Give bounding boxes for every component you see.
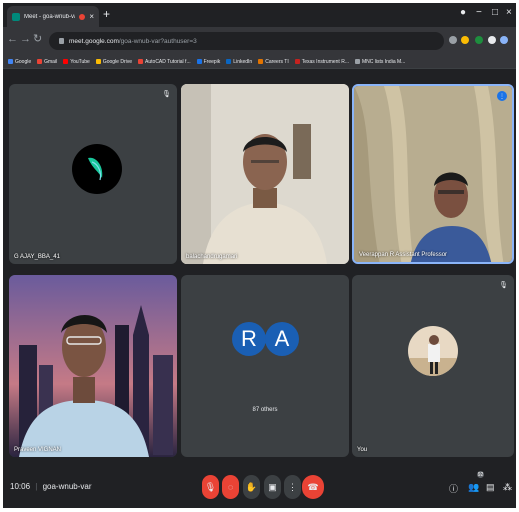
bookmark-label: Google Drive [102,58,133,65]
participant-name: Praveen VIGNAN [14,447,62,453]
host-video [181,84,349,264]
bookmark-label: Careers TI [265,58,289,65]
meet-favicon-icon [12,12,20,21]
bookmark-favicon-icon [8,59,13,64]
present-icon: ▣ [268,481,277,492]
bookmark-item[interactable]: AutoCAD Tutorial f... [138,59,191,65]
profile-icon[interactable]: ● [460,7,466,18]
activities-icon[interactable]: ⁂ [503,482,512,493]
tab-strip: Meet - goa-wnub-var × + ● − □ × [3,3,516,27]
share-icon[interactable] [449,36,457,44]
bookmark-label: Gmail [44,58,58,65]
bookmark-item[interactable]: Careers TI [258,59,289,65]
address-bar[interactable]: meet.google.com /goa-wnub-var?authuser=3 [49,32,444,50]
bookmark-item[interactable]: Gmail [37,59,57,65]
present-button[interactable]: ▣ [264,475,281,499]
recording-dot-icon [79,13,86,20]
bookmark-favicon-icon [95,59,101,64]
bookmark-favicon-icon [63,59,69,64]
extension-icon[interactable] [475,36,483,44]
url-host: meet.google.com [69,37,119,45]
bookmarks-bar: Google Gmail YouTube Google Drive AutoCAD Tu… [3,55,516,69]
hand-icon: ✋ [245,481,258,492]
bookmark-item[interactable]: LinkedIn [226,59,252,65]
bookmark-favicon-icon [294,59,300,64]
mic-off-icon: 🎙 [499,282,508,289]
bookmark-favicon-icon [258,59,264,64]
bookmark-label: AutoCAD Tutorial f... [145,58,191,65]
more-vert-icon: ⋮ [288,481,297,492]
meeting-time: 10:06 [10,482,31,491]
info-icon[interactable]: ⓘ [449,482,458,495]
bookmark-item[interactable]: Texas Instrument R... [294,58,349,65]
tab-title: Meet - goa-wnub-var [24,13,76,20]
student-video [9,275,177,457]
bookmark-favicon-icon [138,59,144,64]
bookmark-item[interactable]: MNC lists India M... [354,58,406,65]
new-tab-button[interactable]: + [103,8,110,20]
bookmark-item[interactable]: Freepik [196,58,221,65]
bookmark-item[interactable]: YouTube [63,59,90,65]
forward-button[interactable]: → [20,34,31,45]
people-icon[interactable]: 👥 [468,482,479,493]
account-avatar-icon[interactable] [500,36,508,44]
bookmark-label: Texas Instrument R... [301,58,349,65]
maximize-button[interactable]: □ [492,7,498,18]
bookmark-label: Google [15,58,32,65]
puzzle-icon[interactable] [488,36,496,44]
bookmark-label: YouTube [70,58,90,65]
mic-off-icon: 🎙 [162,91,171,98]
participant-name: You [357,447,368,453]
leave-call-button[interactable]: ☎ [302,475,324,499]
bookmark-label: LinkedIn [233,58,253,65]
bookmark-favicon-icon [37,59,43,64]
others-tile[interactable]: R A 87 others [181,275,349,457]
more-options-button[interactable]: ⋮ [284,475,301,499]
others-count: 87 others [252,407,278,413]
browser-toolbar: ← → ↻ meet.google.com /goa-wnub-var?auth… [3,27,516,55]
bookmark-label: MNC lists India M... [361,58,406,65]
meeting-code: goa-wnub-var [42,482,92,491]
hang-up-icon: ☎ [307,481,319,492]
mic-toggle-button[interactable]: 🎙 [202,475,219,499]
reload-button[interactable]: ↻ [33,34,42,45]
star-icon[interactable] [461,36,469,44]
bookmark-favicon-icon [226,59,232,64]
self-tile[interactable]: 🎙 You [352,275,514,457]
participant-tile-student[interactable]: Praveen VIGNAN [9,275,177,457]
participant-tile-host[interactable]: balachandrugamari [181,84,349,264]
browser-window: Meet - goa-wnub-var × + ● − □ × ← → ↻ me… [3,3,516,508]
professor-video [354,86,512,262]
participant-name: Veerappan R Assistant Professor [359,252,448,258]
minimize-button[interactable]: − [476,7,482,18]
lock-icon [59,38,64,44]
camera-toggle-button[interactable]: ◌ [222,475,239,499]
bookmark-label: Freepik [203,58,221,65]
meeting-controls-bar: 10:06 | goa-wnub-var 🎙 ◌ ✋ ▣ ⋮ ☎ ⓘ 👥 92 … [3,463,516,508]
meeting-info: 10:06 | goa-wnub-var [10,482,92,491]
back-button[interactable]: ← [7,34,18,45]
speaking-indicator-icon: ⋮ [497,91,507,101]
chat-icon[interactable]: ▤ [486,482,495,493]
bookmark-item[interactable]: Google Drive [95,58,133,65]
participant-name: G AJAY_BBA_41 [14,254,60,260]
others-avatar-a: A [265,322,299,356]
participant-tile-ajay[interactable]: 🎙 G AJAY_BBA_41 [9,84,177,264]
camera-off-icon: ◌ [227,482,234,492]
people-count-badge: 92 [477,471,484,478]
participant-name: balachandrugamari [186,254,238,260]
others-avatar-r: R [232,322,266,356]
window-close-button[interactable]: × [506,7,512,18]
mic-off-icon: 🎙 [204,481,217,492]
tab-meet[interactable]: Meet - goa-wnub-var × [7,6,99,27]
bookmark-item[interactable]: Google [8,59,31,65]
ajay-avatar [72,144,122,194]
url-path: /goa-wnub-var?authuser=3 [118,37,197,45]
participant-tile-professor[interactable]: ⋮ Veerappan R Assistant Professor [352,84,514,264]
bookmark-favicon-icon [196,59,202,64]
bookmark-favicon-icon [354,59,360,64]
tab-close-icon[interactable]: × [89,12,94,21]
self-avatar [408,326,458,376]
raise-hand-button[interactable]: ✋ [243,475,260,499]
